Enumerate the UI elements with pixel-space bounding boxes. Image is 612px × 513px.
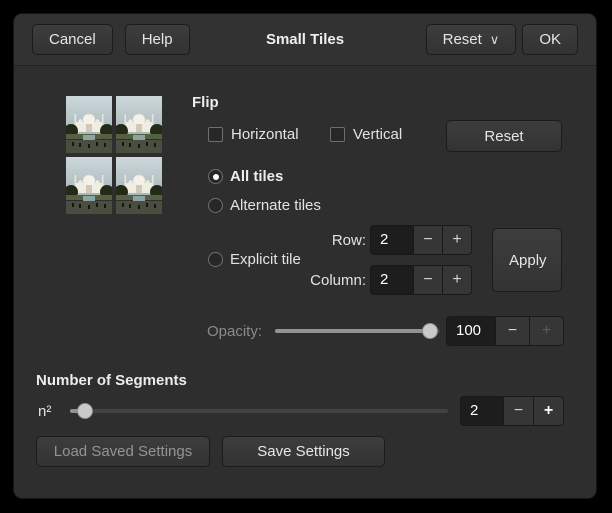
preview-tile-image: [66, 157, 112, 214]
segments-section-title: Number of Segments: [36, 372, 187, 389]
preview-tile-image: [116, 96, 162, 153]
plus-icon: +: [452, 231, 461, 249]
plus-icon: +: [452, 271, 461, 289]
segments-slider-handle[interactable]: [77, 403, 93, 419]
row-decrement-button[interactable]: −: [413, 226, 442, 254]
segments-slider[interactable]: [70, 402, 448, 420]
segments-spinner: 2 − +: [460, 396, 564, 426]
plus-icon: +: [542, 322, 551, 340]
segments-n-label: n²: [38, 403, 51, 420]
dialog-content: Flip Horizontal Vertical Reset All tiles…: [14, 14, 596, 498]
opacity-slider[interactable]: [275, 322, 440, 340]
plus-icon: +: [544, 402, 553, 420]
load-saved-settings-button[interactable]: Load Saved Settings: [36, 436, 210, 467]
preview-tile-image: [66, 96, 112, 153]
minus-icon: −: [423, 271, 432, 289]
horizontal-checkbox-label: Horizontal: [231, 126, 299, 143]
column-value-field[interactable]: 2: [371, 266, 413, 294]
alternate-tiles-radio-label: Alternate tiles: [230, 197, 321, 214]
minus-icon: −: [508, 322, 517, 340]
flip-section-label: Flip: [192, 94, 219, 111]
opacity-spinner: 100 − +: [446, 316, 564, 346]
all-tiles-radio[interactable]: [208, 169, 223, 184]
preview-tile-image: [116, 157, 162, 214]
row-value-field[interactable]: 2: [371, 226, 413, 254]
opacity-value-field[interactable]: 100: [447, 317, 495, 345]
minus-icon: −: [514, 402, 523, 420]
vertical-checkbox-label: Vertical: [353, 126, 402, 143]
alternate-tiles-radio[interactable]: [208, 198, 223, 213]
flip-reset-button[interactable]: Reset: [446, 120, 562, 152]
tile-preview-image: [66, 96, 162, 214]
save-settings-button[interactable]: Save Settings: [222, 436, 385, 467]
opacity-slider-fill: [275, 329, 426, 333]
opacity-increment-button[interactable]: +: [529, 317, 563, 345]
explicit-tile-radio[interactable]: [208, 252, 223, 267]
all-tiles-radio-label: All tiles: [230, 168, 283, 185]
segments-increment-button[interactable]: +: [533, 397, 563, 425]
column-spinner: 2 − +: [370, 265, 472, 295]
small-tiles-dialog: Cancel Help Small Tiles Reset ∨ OK Flip …: [13, 13, 597, 499]
apply-button[interactable]: Apply: [492, 228, 562, 292]
column-decrement-button[interactable]: −: [413, 266, 442, 294]
vertical-checkbox[interactable]: [330, 127, 345, 142]
opacity-label: Opacity:: [200, 323, 262, 340]
row-label: Row:: [314, 232, 366, 249]
segments-slider-track[interactable]: [70, 409, 448, 413]
column-increment-button[interactable]: +: [442, 266, 471, 294]
horizontal-checkbox[interactable]: [208, 127, 223, 142]
row-increment-button[interactable]: +: [442, 226, 471, 254]
opacity-decrement-button[interactable]: −: [495, 317, 529, 345]
opacity-slider-handle[interactable]: [422, 323, 438, 339]
segments-decrement-button[interactable]: −: [503, 397, 533, 425]
explicit-tile-radio-label: Explicit tile: [230, 251, 301, 268]
minus-icon: −: [423, 231, 432, 249]
segments-value-field[interactable]: 2: [461, 397, 503, 425]
column-label: Column:: [302, 272, 366, 289]
row-spinner: 2 − +: [370, 225, 472, 255]
